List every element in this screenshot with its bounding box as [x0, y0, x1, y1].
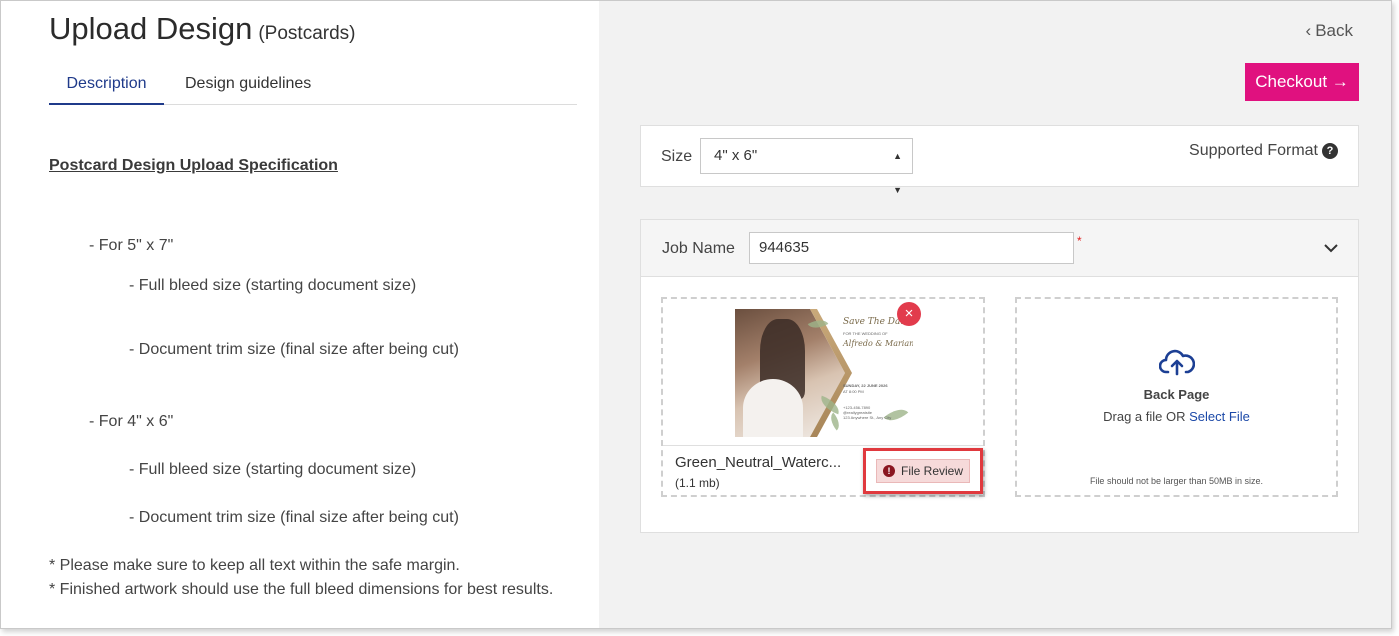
job-name-label: Job Name [662, 240, 735, 257]
chevron-left-icon: ‹ [1305, 21, 1312, 40]
job-header: Job Name 944635 * [641, 220, 1358, 277]
back-link[interactable]: ‹ Back [1306, 21, 1353, 41]
file-name: Green_Neutral_Waterc... [675, 454, 842, 471]
supported-format[interactable]: Supported Format? [1189, 142, 1338, 160]
page-subtitle: (Postcards) [258, 23, 356, 44]
spec-item: - Document trim size (final size after b… [129, 509, 459, 526]
page-title-text: Upload Design [49, 11, 253, 46]
design-thumbnail: Save The Date FOR THE WEDDING OF Alfredo… [735, 309, 913, 437]
back-page-title: Back Page [1143, 387, 1210, 402]
file-review-button[interactable]: ! File Review [876, 459, 970, 483]
cloud-upload-icon [1159, 349, 1195, 376]
remove-file-button[interactable]: × [897, 302, 921, 326]
note-full-bleed: * Finished artwork should use the full b… [49, 581, 554, 598]
size-label: Size [661, 148, 693, 165]
spec-item: - Full bleed size (starting document siz… [129, 461, 417, 478]
size-selected-value: 4" x 6" [714, 147, 758, 164]
preview-date: SUNDAY, 22 JUNE 2026 [843, 383, 888, 388]
select-arrows-icon: ▲ ▼ [893, 151, 902, 195]
tab-bar: Description Design guidelines [49, 63, 577, 105]
checkout-label: Checkout [1255, 72, 1328, 91]
back-page-instruction: Drag a file OR Select File [1017, 409, 1336, 424]
upload-panel: ‹ Back Checkout → Size 4" x 6" ▲ ▼ Support… [599, 1, 1391, 628]
page-title: Upload Design (Postcards) [49, 11, 356, 47]
spec-heading: Postcard Design Upload Specification [49, 157, 338, 174]
preview-names: Alfredo & Mariana [843, 339, 913, 348]
tab-description[interactable]: Description [49, 63, 164, 105]
preview-line: FOR THE WEDDING OF [843, 331, 888, 336]
chevron-down-icon[interactable] [1321, 238, 1341, 258]
file-info: Green_Neutral_Waterc... (1.1 mb) ! File … [663, 445, 983, 495]
supported-format-label: Supported Format [1189, 142, 1318, 159]
photo-dress [743, 379, 803, 437]
select-file-link[interactable]: Select File [1189, 409, 1250, 424]
couple-photo [735, 309, 845, 437]
description-panel: Upload Design (Postcards) Description Des… [1, 1, 599, 628]
back-label: Back [1315, 21, 1353, 40]
leaf-decoration [826, 412, 844, 431]
note-safe-margin: * Please make sure to keep all text with… [49, 557, 460, 574]
job-name-input[interactable]: 944635 [749, 232, 1074, 264]
preview-time: AT 8:00 PM [843, 389, 864, 394]
required-marker: * [1077, 234, 1082, 248]
job-card: Job Name 944635 * Save The Date FOR THE … [640, 219, 1359, 533]
upload-design-window: Upload Design (Postcards) Description Des… [0, 0, 1392, 629]
arrow-right-icon: → [1331, 72, 1349, 91]
checkout-button[interactable]: Checkout → [1245, 63, 1359, 101]
file-size: (1.1 mb) [675, 476, 720, 490]
help-icon[interactable]: ? [1322, 143, 1338, 159]
file-size-limit-note: File should not be larger than 50MB in s… [1089, 476, 1264, 486]
file-review-label: File Review [901, 464, 964, 478]
drag-text: Drag a file OR [1103, 409, 1186, 424]
tab-design-guidelines[interactable]: Design guidelines [185, 63, 311, 105]
spec-group-label: - For 5" x 7" [89, 237, 174, 254]
size-select[interactable]: 4" x 6" ▲ ▼ [700, 138, 913, 195]
size-card: Size 4" x 6" ▲ ▼ Supported Format? [640, 125, 1359, 195]
spec-item: - Full bleed size (starting document siz… [129, 277, 417, 294]
file-review-highlight: ! File Review [863, 448, 983, 494]
spec-group-label: - For 4" x 6" [89, 413, 174, 430]
alert-icon: ! [883, 465, 895, 477]
back-page-dropzone[interactable]: Back Page Drag a file OR Select File Fil… [1015, 297, 1338, 497]
preview-address: 123 Anywhere St., Any City [843, 415, 892, 420]
front-page-dropzone[interactable]: Save The Date FOR THE WEDDING OF Alfredo… [661, 297, 985, 497]
spec-item: - Document trim size (final size after b… [129, 341, 459, 358]
